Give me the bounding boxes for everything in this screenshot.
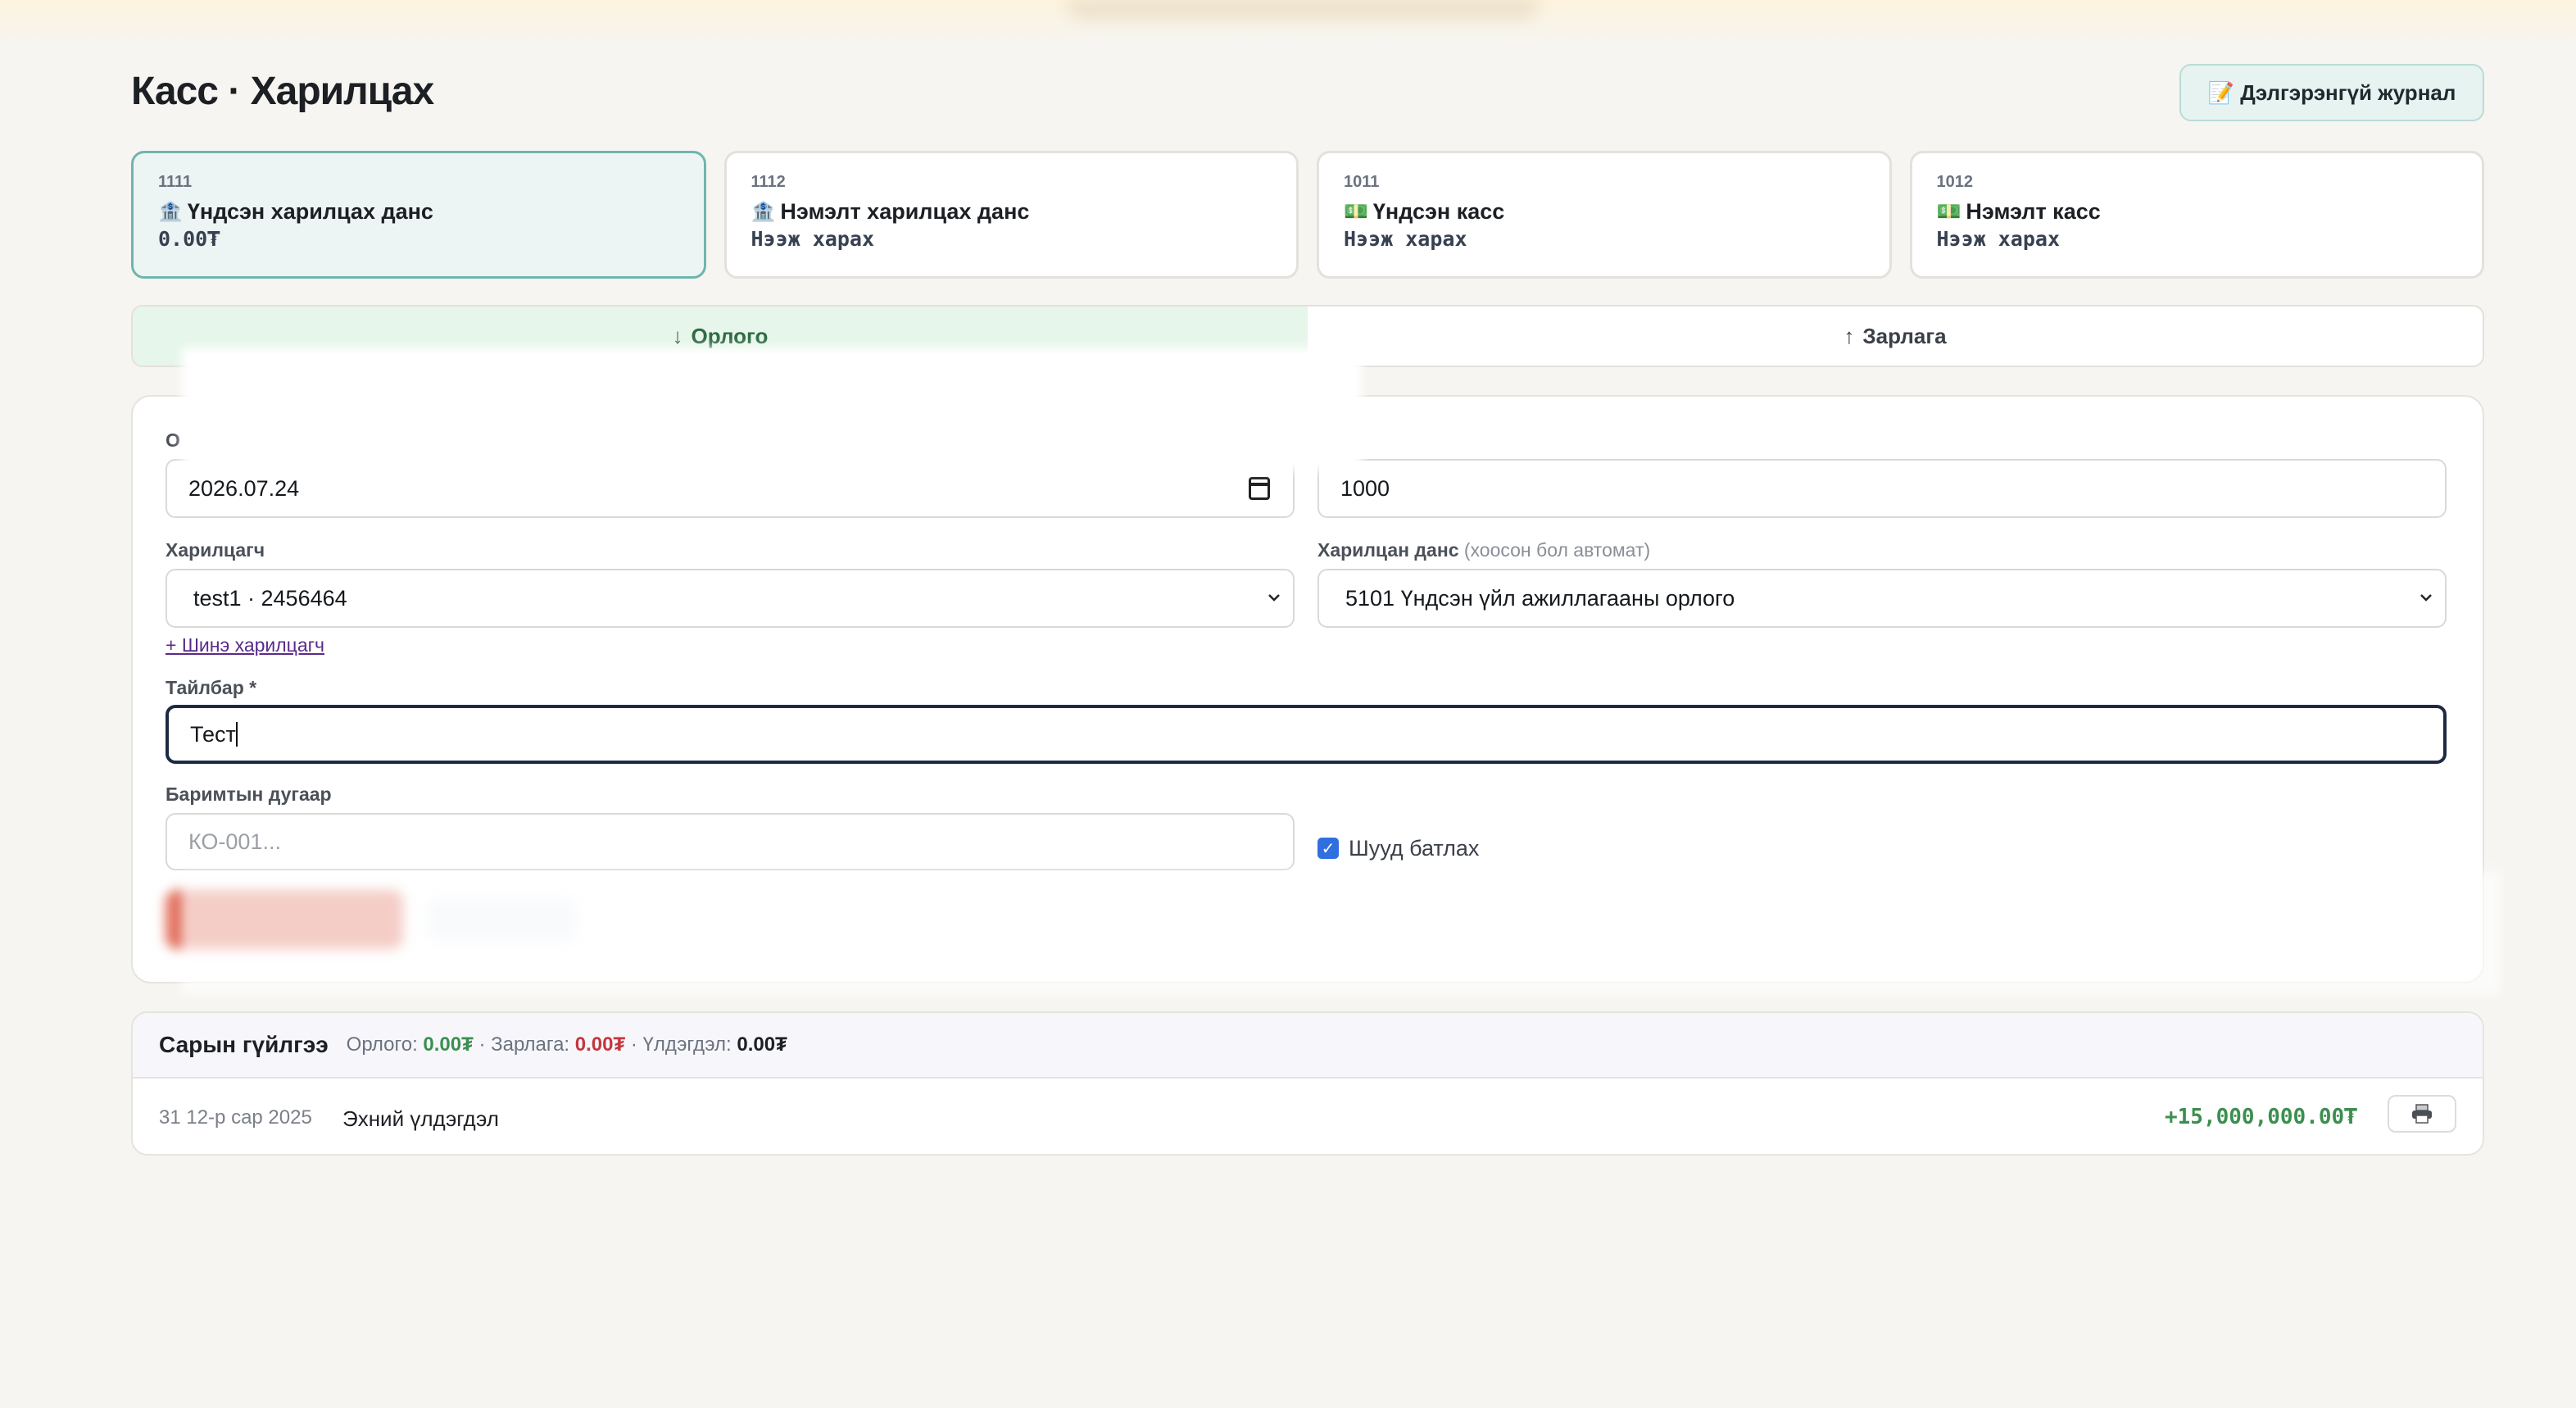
transactions-summary: Орлого: 0.00₮ · Зарлага: 0.00₮ · Үлдэгдэ… <box>346 1033 787 1056</box>
detailed-journal-button[interactable]: 📝 Дэлгэрэнгүй журнал <box>2179 64 2484 121</box>
view-balance-link[interactable]: Нээж харах <box>1344 227 1866 251</box>
counter-account-value: 5101 Үндсэн үйл ажиллагааны орлого <box>1345 585 1735 611</box>
account-code: 1011 <box>1344 173 1380 191</box>
account-code: 1111 <box>158 173 193 191</box>
bank-icon: 🏦 <box>158 200 183 223</box>
tab-income-label: Орлого <box>691 323 769 348</box>
date-label: О <box>166 429 180 451</box>
date-value: 2026.07.24 <box>188 475 300 501</box>
transaction-form: О 2026.07.24 ₮) * 1000 Харилцагч test1 ·… <box>131 347 2501 995</box>
account-card-1012[interactable]: 1012 💵 Нэмэлт касс Нээж харах <box>1909 151 2484 279</box>
chevron-down-icon <box>1268 594 1280 602</box>
view-balance-link[interactable]: Нээж харах <box>1937 227 2460 251</box>
printer-icon <box>2412 1104 2432 1124</box>
counter-account-select[interactable]: 5101 Үндсэн үйл ажиллагааны орлого <box>1317 569 2447 628</box>
approve-label: Шууд батлах <box>1349 836 1480 861</box>
account-balance: 0.00₮ <box>158 227 220 251</box>
account-cards: 1111 🏦 Үндсэн харилцах данс 0.00₮ 1112 🏦… <box>131 151 2484 279</box>
top-banner-glow <box>0 0 2576 43</box>
bank-icon: 🏦 <box>751 200 776 223</box>
description-input[interactable]: Тест <box>166 705 2447 764</box>
transaction-description: Эхний үлдэгдэл <box>342 1106 499 1131</box>
blurred-banner <box>1065 0 1540 18</box>
text-cursor <box>235 722 238 747</box>
account-name: Нэмэлт касс <box>1966 198 2101 224</box>
account-card-1011[interactable]: 1011 💵 Үндсэн касс Нээж харах <box>1317 151 1892 279</box>
account-name: Үндсэн харилцах данс <box>187 198 433 224</box>
counter-account-hint: (хоосон бол автомат) <box>1463 539 1651 561</box>
print-button[interactable] <box>2388 1095 2456 1133</box>
description-value: Тест <box>190 721 236 747</box>
account-code: 1112 <box>751 173 786 191</box>
account-card-1112[interactable]: 1112 🏦 Нэмэлт харилцах данс Нээж харах <box>723 151 1299 279</box>
blurred-overlay <box>182 347 1362 470</box>
page-title: Касс · Харилцах <box>131 70 434 113</box>
expense-total: 0.00₮ <box>574 1033 626 1056</box>
arrow-up-icon: ↑ <box>1844 323 1855 348</box>
description-label: Тайлбар * <box>166 677 257 698</box>
transactions-title: Сарын гүйлгээ <box>159 1032 329 1057</box>
transaction-amount: +15,000,000.00₮ <box>2165 1105 2357 1129</box>
view-balance-link[interactable]: Нээж харах <box>751 227 1274 251</box>
account-name: Нэмэлт харилцах данс <box>780 198 1030 224</box>
customer-select[interactable]: test1 · 2456464 <box>166 569 1295 628</box>
monthly-transactions: Сарын гүйлгээ Орлого: 0.00₮ · Зарлага: 0… <box>131 1011 2484 1156</box>
cash-icon: 💵 <box>1936 200 1961 223</box>
doc-number-label: Баримтын дугаар <box>166 783 332 805</box>
customer-label: Харилцагч <box>166 539 265 561</box>
approve-checkbox[interactable]: ✓ <box>1317 838 1339 859</box>
cash-icon: 💵 <box>1344 200 1368 223</box>
blurred-overlay <box>182 872 2501 995</box>
account-name: Үндсэн касс <box>1372 198 1505 224</box>
doc-number-input[interactable]: КО-001... <box>166 813 1295 870</box>
counter-account-label: Харилцан данс (хоосон бол автомат) <box>1317 539 1651 561</box>
amount-value: 1000 <box>1340 475 1390 501</box>
account-card-1111[interactable]: 1111 🏦 Үндсэн харилцах данс 0.00₮ <box>131 151 706 279</box>
chevron-down-icon <box>2420 594 2432 602</box>
new-customer-link[interactable]: + Шинэ харилцагч <box>166 634 324 656</box>
tab-expense[interactable]: ↑ Зарлага <box>1308 307 2483 366</box>
transactions-header: Сарын гүйлгээ Орлого: 0.00₮ · Зарлага: 0… <box>133 1013 2483 1079</box>
calendar-icon[interactable] <box>1249 477 1270 500</box>
arrow-down-icon: ↓ <box>672 323 683 348</box>
customer-value: test1 · 2456464 <box>193 585 347 611</box>
doc-number-placeholder: КО-001... <box>188 829 281 854</box>
account-code: 1012 <box>1936 173 1974 191</box>
table-row[interactable]: 31 12-р сар 2025 Эхний үлдэгдэл +15,000,… <box>133 1079 2483 1154</box>
tab-expense-label: Зарлага <box>1862 323 1947 348</box>
balance-total: 0.00₮ <box>737 1033 787 1056</box>
amount-input[interactable]: 1000 <box>1317 459 2447 518</box>
transaction-date: 31 12-р сар 2025 <box>159 1106 312 1129</box>
income-total: 0.00₮ <box>423 1033 474 1056</box>
